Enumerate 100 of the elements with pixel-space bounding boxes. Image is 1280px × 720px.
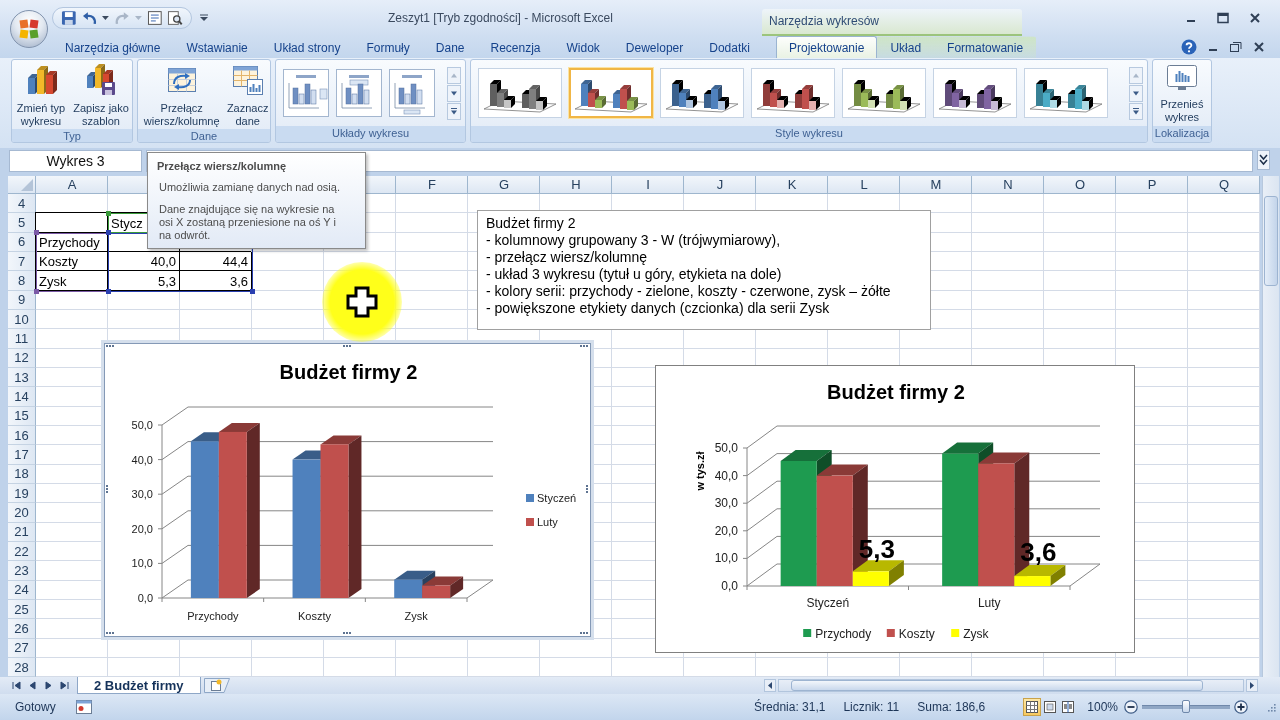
resize-grip-icon[interactable] [1266,702,1276,712]
close-icon[interactable] [1248,11,1262,25]
sheet-first-icon[interactable] [12,681,21,690]
ribbon-button[interactable]: Przełącz wiersz/kolumnę [138,63,226,129]
scroll-left-icon[interactable] [764,679,776,692]
row-header[interactable]: 5 [8,213,36,233]
ribbon-tab[interactable]: Formuły [353,36,423,58]
undo-icon[interactable] [81,10,98,26]
column-header[interactable]: J [684,176,756,193]
sheet-next-icon[interactable] [44,681,53,690]
scrollbar-thumb[interactable] [1264,196,1278,286]
close-icon[interactable] [1252,40,1266,54]
chart-frame[interactable]: Budżet firmy 2 0,0 10,0 20,0 30,0 40,0 50,0 Przychody Koszty Zysk Styczeń Luty [104,343,591,637]
row-header[interactable]: 22 [8,541,36,562]
row-header[interactable]: 14 [8,387,36,407]
row-header[interactable]: 20 [8,503,36,523]
row-header[interactable]: 27 [8,638,36,658]
expand-icon[interactable] [1257,150,1270,170]
column-header[interactable]: P [1116,176,1188,193]
resize-handle-icon[interactable] [586,485,589,494]
resize-handle-icon[interactable] [106,632,115,635]
row-header[interactable]: 8 [8,271,36,291]
row-header[interactable]: 12 [8,348,36,368]
row-header[interactable]: 17 [8,445,36,465]
row-header[interactable]: 15 [8,406,36,426]
chart-layout-icon[interactable] [283,69,329,117]
view-button[interactable] [1023,698,1042,716]
sheet-last-icon[interactable] [60,681,69,690]
scroll-down-icon[interactable] [447,84,461,102]
row-header[interactable]: 7 [8,252,36,272]
resize-handle-icon[interactable] [342,345,352,348]
range-handle[interactable] [250,288,255,294]
row-header[interactable]: 21 [8,522,36,542]
ribbon-tab[interactable]: Narzędzia główne [52,36,174,58]
range-handle[interactable] [34,288,39,294]
save-icon[interactable] [61,10,77,26]
range-handle[interactable] [106,211,111,216]
row-header[interactable]: 23 [8,561,36,581]
row-header[interactable]: 18 [8,464,36,484]
column-header[interactable]: F [396,176,468,193]
form-icon[interactable] [146,10,163,26]
horizontal-scrollbar[interactable] [778,679,1244,692]
sheet-tab[interactable]: 2 Budżet firmy [77,677,201,694]
ribbon-button[interactable]: Przenieś wykres [1156,63,1208,125]
ribbon-tab[interactable]: Widok [553,36,613,58]
resize-handle-icon[interactable] [106,345,115,348]
chart-layout-icon[interactable] [389,69,435,117]
row-header[interactable]: 10 [8,309,36,330]
range-handle[interactable] [34,230,39,235]
column-header[interactable]: I [612,176,684,193]
insert-sheet-icon[interactable] [203,678,230,693]
row-header[interactable]: 4 [8,194,36,214]
ribbon-tab[interactable]: Deweloper [612,36,697,58]
row-header[interactable]: 11 [8,329,36,349]
ribbon-tab[interactable]: Recenzja [477,36,554,58]
column-header[interactable]: H [540,176,612,193]
column-header[interactable]: A [36,176,108,193]
zoom-in-icon[interactable] [1234,700,1248,714]
row-header[interactable]: 28 [8,657,36,677]
ribbon-button[interactable]: Zapisz jako szablon [70,63,132,129]
ribbon-tab[interactable]: Układ [877,36,935,58]
scrollbar-thumb[interactable] [791,680,1203,691]
help-icon[interactable] [1181,39,1197,55]
resize-handle-icon[interactable] [342,632,352,635]
resize-handle-icon[interactable] [580,345,589,348]
ribbon-tab[interactable]: Formatowanie [934,36,1037,58]
ribbon-tab[interactable]: Dodatki [696,36,763,58]
more-icon[interactable] [1129,102,1143,120]
maximize-icon[interactable] [1216,11,1230,25]
chart-style-option[interactable] [569,68,653,118]
office-button[interactable] [10,10,48,48]
ribbon-tab[interactable]: Układ strony [260,36,354,58]
row-header[interactable]: 13 [8,367,36,388]
print-preview-icon[interactable] [167,10,183,26]
column-header[interactable]: M [900,176,972,193]
row-header[interactable]: 16 [8,425,36,446]
row-header[interactable]: 26 [8,619,36,639]
sheet-previous-icon[interactable] [28,681,37,690]
ribbon-button[interactable]: Zaznacz dane [225,63,270,129]
ribbon-button[interactable]: Zmień typ wykresu [12,63,70,129]
resize-handle-icon[interactable] [106,485,109,494]
more-icon[interactable] [447,102,461,120]
range-handle[interactable] [106,288,111,294]
column-header[interactable]: O [1044,176,1116,193]
customize-caret-icon[interactable] [200,14,208,22]
column-header[interactable]: K [756,176,828,193]
ribbon-tab[interactable]: Dane [422,36,478,58]
row-header[interactable]: 24 [8,580,36,600]
row-header[interactable]: 25 [8,599,36,620]
slider-thumb[interactable] [1182,700,1190,713]
scroll-right-icon[interactable] [1246,679,1258,692]
zoom-out-icon[interactable] [1124,700,1138,714]
caret-icon[interactable] [102,16,110,20]
column-header[interactable]: L [828,176,900,193]
scroll-down-icon[interactable] [1129,84,1143,102]
range-handle[interactable] [106,230,111,235]
column-header[interactable]: G [468,176,540,193]
name-box[interactable]: Wykres 3 [9,150,142,172]
column-header[interactable]: Q [1188,176,1260,193]
restore-icon[interactable] [1229,40,1243,54]
